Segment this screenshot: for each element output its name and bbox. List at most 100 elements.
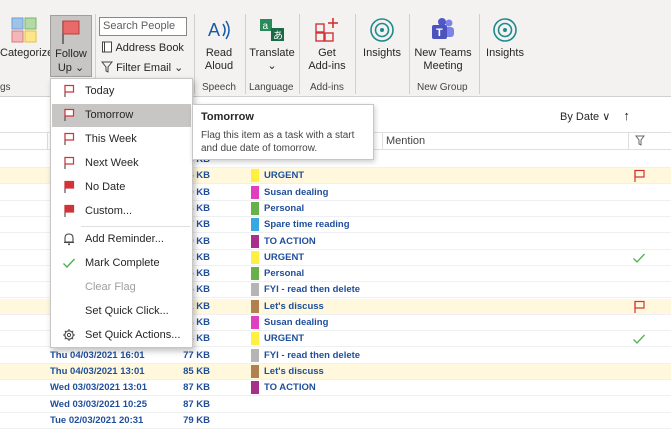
flag-tomorrow-icon	[64, 108, 75, 121]
new-teams-label-2: Meeting	[423, 60, 463, 72]
category-color-swatch	[251, 185, 259, 199]
row-size: 79 KB	[183, 414, 210, 426]
svg-text:あ: あ	[273, 30, 283, 42]
category-color-swatch	[251, 218, 259, 232]
tooltip-body: Flag this item as a task with a start an…	[201, 130, 355, 154]
category-label: Personal	[264, 202, 305, 214]
table-row[interactable]: Thu 04/03/2021 13:01 85 KB Let's discuss	[0, 363, 671, 380]
category-label: Susan dealing	[264, 186, 329, 198]
column-divider	[628, 133, 629, 149]
menu-item-set-quick-click[interactable]: Set Quick Click...	[52, 300, 191, 323]
sort-by-date-button[interactable]: By Date ∨ ↑	[560, 108, 630, 123]
menu-item-label: Next Week	[85, 157, 139, 169]
menu-item-no-date[interactable]: No Date	[52, 176, 191, 199]
category-label: FYI - read then delete	[264, 349, 361, 361]
get-addins-label-2: Add-ins	[308, 60, 346, 72]
menu-item-next-week[interactable]: Next Week	[52, 152, 191, 175]
category-color-swatch	[251, 267, 259, 281]
read-aloud-button[interactable]: A Read Aloud	[198, 16, 240, 73]
translate-button[interactable]: a あ Translate ⌄	[248, 16, 296, 73]
category-color-swatch	[251, 283, 259, 297]
categorize-icon	[11, 17, 37, 43]
category-label: URGENT	[264, 170, 305, 182]
ribbon-divider	[355, 14, 356, 94]
new-teams-label-1: New Teams	[414, 47, 472, 59]
new-group-label: New Group	[417, 82, 468, 93]
menu-item-label: Tomorrow	[85, 109, 134, 121]
follow-up-button[interactable]: Follow Up ⌄	[50, 15, 92, 77]
bell-icon	[64, 233, 74, 246]
checkmark-icon[interactable]	[632, 332, 646, 346]
menu-item-label: Custom...	[85, 205, 133, 217]
row-date: Thu 04/03/2021 16:01	[50, 349, 145, 361]
category-color-swatch	[251, 234, 259, 248]
table-row[interactable]: Tue 02/03/2021 20:31 79 KB	[0, 413, 671, 429]
insights-button-2[interactable]: Insights	[482, 16, 528, 60]
menu-item-custom[interactable]: Custom...	[52, 200, 191, 223]
chevron-down-icon: ⌄	[267, 60, 277, 72]
flag-this-week-icon	[64, 132, 75, 145]
category-label: Spare time reading	[264, 219, 350, 231]
categorize-button[interactable]: Categorize	[0, 16, 53, 60]
table-row[interactable]: Wed 03/03/2021 10:25 87 KB	[0, 397, 671, 413]
insights-icon	[370, 18, 394, 42]
translate-icon: a あ	[260, 19, 284, 42]
menu-item-label: Mark Complete	[85, 257, 160, 269]
follow-up-menu: Today Tomorrow This Week Next Week No Date Cu…	[50, 78, 193, 348]
sort-label: By Date	[560, 111, 600, 123]
search-people-input[interactable]: Search People	[99, 17, 187, 36]
checkmark-icon[interactable]	[632, 251, 646, 265]
row-size: 87 KB	[183, 382, 210, 394]
menu-item-mark-complete[interactable]: Mark Complete	[52, 252, 191, 275]
column-header-mention[interactable]: Mention	[386, 135, 425, 147]
tooltip-title: Tomorrow	[201, 111, 254, 123]
table-row[interactable]: Thu 04/03/2021 16:01 77 KB FYI - read then…	[0, 348, 671, 364]
get-addins-button[interactable]: Get Add-ins	[303, 16, 351, 73]
addins-icon	[315, 18, 338, 42]
svg-text:T: T	[436, 27, 443, 39]
category-label: TO ACTION	[264, 235, 316, 247]
ribbon-divider	[299, 14, 300, 94]
flag-status-column-icon[interactable]	[634, 135, 646, 147]
flag-icon[interactable]	[632, 169, 646, 183]
menu-item-label: No Date	[85, 181, 126, 193]
table-row[interactable]: Wed 03/03/2021 13:01 87 KB TO ACTION	[0, 380, 671, 397]
menu-item-tomorrow[interactable]: Tomorrow	[52, 104, 191, 127]
column-divider	[47, 133, 48, 149]
addins-group-label: Add-ins	[310, 82, 344, 93]
read-aloud-label-1: Read	[205, 47, 233, 59]
category-color-swatch	[251, 332, 259, 346]
category-color-swatch	[251, 201, 259, 215]
translate-label: Translate	[249, 47, 295, 59]
insights-button[interactable]: Insights	[359, 16, 405, 60]
flag-no-date-icon	[64, 180, 75, 193]
read-aloud-label-2: Aloud	[204, 60, 234, 72]
ribbon-divider	[409, 14, 410, 94]
flag-next-week-icon	[64, 156, 75, 169]
menu-item-set-quick-actions[interactable]: Set Quick Actions...	[52, 324, 191, 347]
filter-icon	[100, 61, 114, 73]
ribbon-divider	[194, 14, 195, 94]
menu-item-today[interactable]: Today	[52, 80, 191, 103]
category-color-swatch	[251, 316, 259, 329]
flag-today-icon	[64, 84, 75, 97]
filter-email-button[interactable]: Filter Email ⌄	[100, 61, 184, 74]
menu-item-label: Today	[85, 85, 115, 97]
tags-group-label: gs	[0, 82, 11, 93]
category-label: Let's discuss	[264, 365, 324, 377]
menu-item-this-week[interactable]: This Week	[52, 128, 191, 151]
chevron-down-icon: ⌄	[174, 62, 184, 74]
sort-direction-arrow-icon[interactable]: ↑	[623, 108, 630, 123]
follow-up-label-2: Up	[57, 62, 72, 74]
category-color-swatch	[251, 250, 259, 264]
menu-item-add-reminder[interactable]: Add Reminder...	[52, 228, 191, 251]
flag-icon[interactable]	[632, 300, 646, 314]
category-color-swatch	[251, 381, 259, 395]
new-teams-meeting-button[interactable]: T New Teams Meeting	[412, 16, 474, 73]
category-label: TO ACTION	[264, 382, 316, 394]
flag-custom-icon	[64, 204, 75, 217]
category-color-swatch	[251, 299, 259, 313]
category-label: Personal	[264, 268, 305, 280]
row-size: 77 KB	[183, 349, 210, 361]
address-book-button[interactable]: Address Book	[101, 41, 184, 54]
